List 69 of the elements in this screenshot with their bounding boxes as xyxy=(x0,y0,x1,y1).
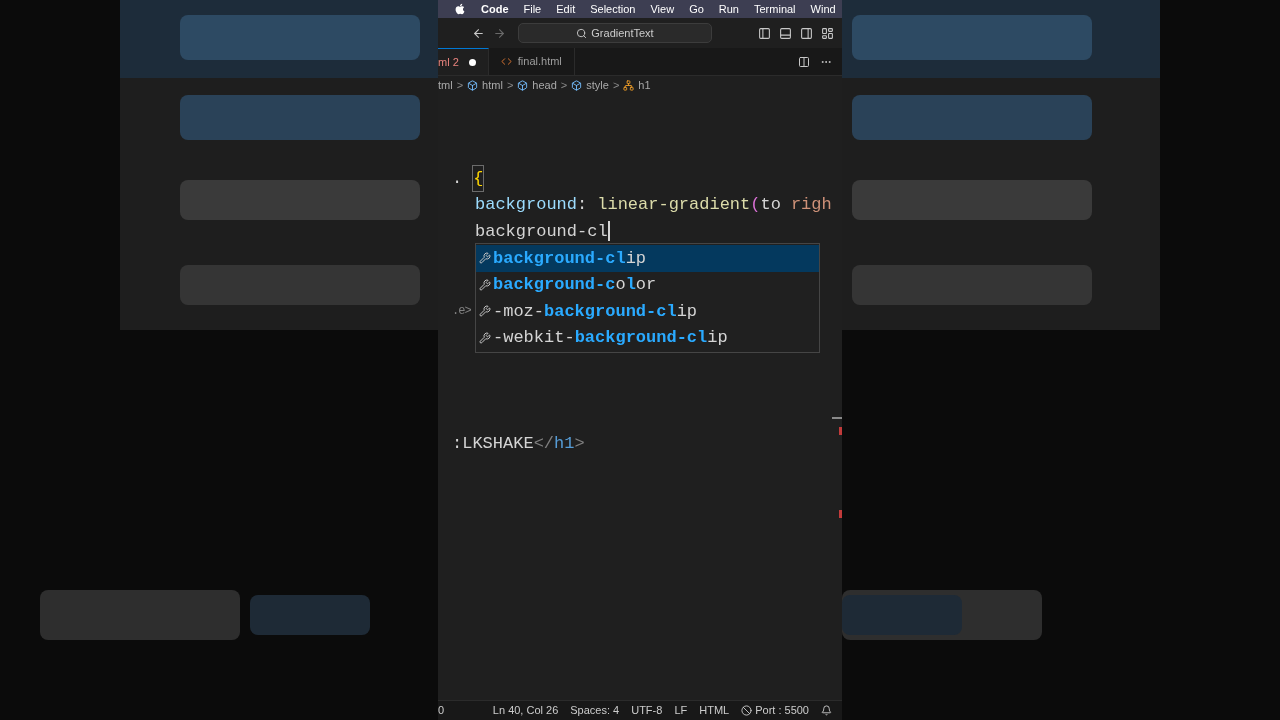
status-item[interactable]: Ln 40, Col 26 xyxy=(492,702,559,719)
breadcrumb-item[interactable]: head xyxy=(532,76,557,94)
code-token: h1 xyxy=(554,432,575,455)
wrench-icon xyxy=(479,331,491,344)
breadcrumb-item[interactable]: tml xyxy=(438,76,453,94)
wrench-icon xyxy=(479,252,491,265)
code-token: linear-gradient xyxy=(597,194,751,216)
search-text: GradientText xyxy=(591,25,654,41)
code-token: background-cl xyxy=(475,220,608,243)
code-token: </ xyxy=(533,432,555,455)
menu-item[interactable]: Edit xyxy=(556,0,576,18)
code-token: :LKSHAKE xyxy=(452,432,534,455)
status-item[interactable]: UTF-8 xyxy=(631,702,663,719)
status-text[interactable]: 0 xyxy=(438,702,448,719)
panel-right-icon[interactable] xyxy=(800,26,813,40)
breadcrumb-item[interactable]: h1 xyxy=(638,76,651,94)
code-token: righ xyxy=(790,194,832,216)
menu-item[interactable]: View xyxy=(650,0,675,18)
code-icon xyxy=(500,56,512,67)
breadcrumb-item[interactable]: html xyxy=(482,76,503,94)
code-token: background xyxy=(475,194,578,216)
menu-item[interactable]: Run xyxy=(718,0,739,18)
cursor-ruler-mark xyxy=(832,417,842,419)
circle-slash-icon xyxy=(741,705,753,716)
code-token: . xyxy=(452,167,463,190)
tree-icon xyxy=(623,79,635,91)
layout-icon[interactable] xyxy=(821,26,834,40)
chevron-separator: > xyxy=(612,77,620,93)
code-token: to xyxy=(760,194,781,216)
menu-item[interactable]: Terminal xyxy=(754,0,796,18)
error-ruler-mark xyxy=(839,510,842,518)
menu-item[interactable]: Selection xyxy=(590,0,636,18)
suggestion-item[interactable]: background-clip xyxy=(476,245,819,272)
menu-item[interactable]: Code xyxy=(481,0,509,18)
error-ruler-mark xyxy=(839,427,842,435)
status-item[interactable]: Port : 5500 xyxy=(741,702,809,719)
suggestion-item[interactable]: -moz-background-clip xyxy=(476,298,819,325)
apple-icon[interactable] xyxy=(454,3,466,15)
suggestion-item[interactable]: background-color xyxy=(476,271,819,298)
status-item[interactable]: LF xyxy=(674,702,688,719)
cube-icon xyxy=(467,79,479,91)
code-token: .e> xyxy=(452,302,471,320)
cube-icon xyxy=(517,79,529,91)
chevron-separator: > xyxy=(456,77,464,93)
menu-item[interactable]: File xyxy=(523,0,542,18)
chevron-separator: > xyxy=(560,77,568,93)
panel-bottom-icon[interactable] xyxy=(779,26,792,40)
menu-item[interactable]: Go xyxy=(689,0,704,18)
status-item[interactable]: Spaces: 4 xyxy=(570,702,620,719)
editor-tab[interactable]: ml 2 xyxy=(438,48,489,75)
menu-item[interactable]: Wind xyxy=(810,0,836,18)
bell-icon[interactable] xyxy=(821,705,832,716)
wrench-icon xyxy=(479,305,491,318)
split-editor-icon[interactable] xyxy=(798,55,810,68)
wrench-icon xyxy=(479,278,491,291)
cube-icon xyxy=(571,79,583,91)
back-arrow-icon[interactable] xyxy=(472,26,485,40)
code-token: ( xyxy=(750,194,761,216)
search-icon xyxy=(576,27,588,39)
suggestion-item[interactable]: -webkit-background-clip xyxy=(476,324,819,351)
code-token: : xyxy=(577,194,588,216)
status-item[interactable]: HTML xyxy=(699,702,730,719)
panel-left-icon[interactable] xyxy=(758,26,771,40)
forward-arrow-icon[interactable] xyxy=(493,26,506,40)
chevron-separator: > xyxy=(506,77,514,93)
code-token: { xyxy=(472,164,485,192)
breadcrumb-item[interactable]: style xyxy=(586,76,609,94)
code-token: > xyxy=(574,432,585,455)
command-search-field[interactable]: GradientText xyxy=(518,23,712,43)
